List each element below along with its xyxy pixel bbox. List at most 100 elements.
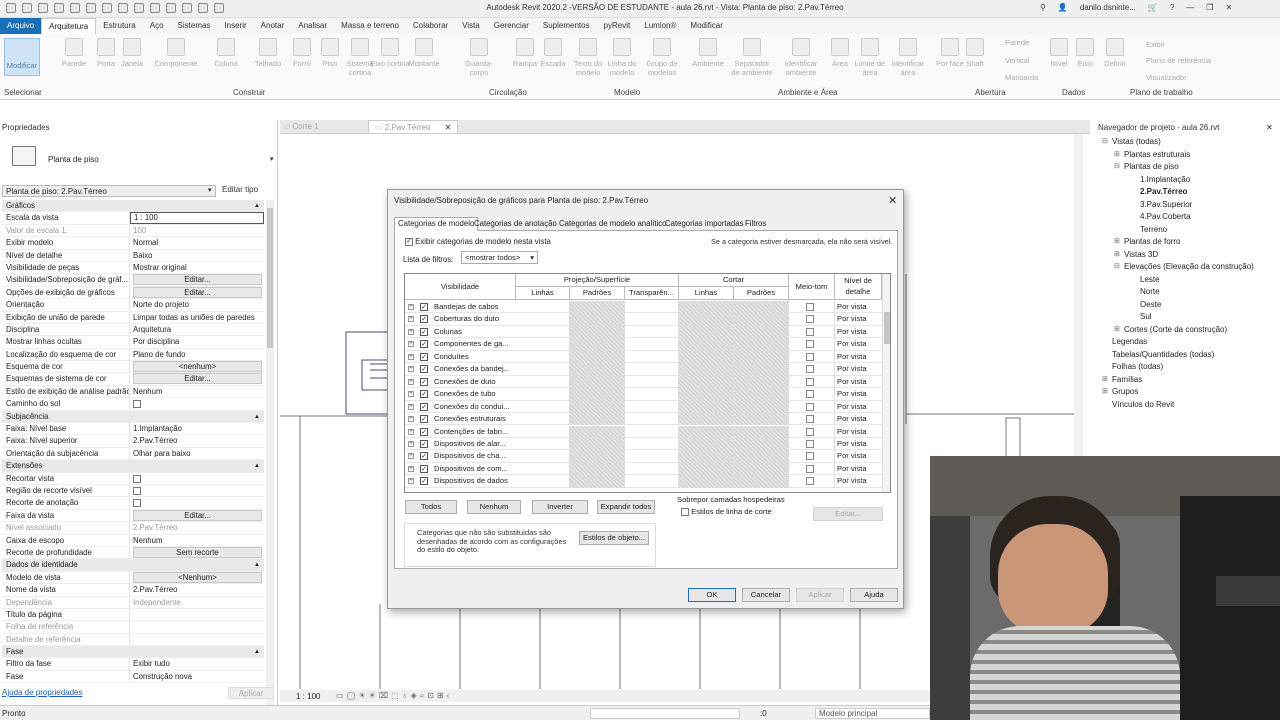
cut-line-styles-checkbox[interactable] (681, 508, 689, 516)
expand-toggle-icon[interactable]: ⊟ (1114, 262, 1120, 270)
override-cell[interactable] (625, 338, 679, 351)
visibility-checkbox[interactable]: ✓ (420, 452, 428, 461)
sync-icon[interactable] (38, 3, 48, 13)
override-cell[interactable] (625, 400, 679, 413)
detail-level-value[interactable]: Por vista (837, 464, 867, 473)
halftone-checkbox[interactable] (806, 427, 814, 436)
ribbon-panel-3[interactable]: Modelo (614, 88, 640, 97)
detail-level-value[interactable]: Por vista (837, 476, 867, 485)
visibility-checkbox[interactable]: ✓ (420, 327, 428, 336)
browser-item[interactable]: Legendas (1112, 337, 1147, 346)
property-value[interactable]: Limpar todas as uniões de paredes (130, 312, 264, 323)
halftone-checkbox[interactable] (806, 315, 814, 324)
property-value[interactable]: Mostrar original (130, 262, 264, 273)
type-dropdown-icon[interactable]: ▾ (270, 155, 274, 163)
visibility-checkbox[interactable]: ✓ (420, 402, 428, 411)
halftone-checkbox[interactable] (806, 377, 814, 386)
property-section[interactable]: Gráficos ▲ (2, 200, 264, 213)
override-cell[interactable] (516, 363, 570, 376)
host-edit-button[interactable]: Editar... (813, 507, 883, 521)
ribbon-small-tool-0[interactable]: Parede (1005, 38, 1029, 47)
menu-tab-13[interactable]: pyRevit (597, 18, 638, 34)
ribbon-panel-5[interactable]: Abertura (975, 88, 1006, 97)
show-categories-option[interactable]: ✓ Exibir categorias de modelo nesta vist… (405, 237, 551, 246)
detail-level-value[interactable]: Por vista (837, 414, 867, 423)
override-cell[interactable] (516, 375, 570, 389)
override-cell[interactable] (625, 313, 679, 326)
category-row[interactable]: + ✓ Dispositivos de alar... Por vista (405, 437, 883, 451)
search-icon[interactable]: ⚲ (1040, 3, 1046, 12)
close-browser-icon[interactable]: ✕ (1266, 123, 1273, 132)
override-cell[interactable] (516, 462, 570, 476)
collapse-icon[interactable]: ▲ (254, 200, 264, 211)
ribbon-tool-10[interactable]: Montante (402, 38, 446, 68)
category-row[interactable]: + ✓ Conexões estruturais Por vista (405, 413, 883, 426)
category-row[interactable]: + ✓ Colunas Por vista (405, 325, 883, 339)
select-none-button[interactable]: Nenhum (467, 500, 521, 514)
property-value[interactable]: 1.Implantação (130, 423, 264, 434)
close-tab-icon[interactable]: ✕ (445, 123, 452, 132)
cart-icon[interactable]: 🛒 (1148, 3, 1158, 12)
expand-icon[interactable]: + (408, 328, 414, 335)
expand-icon[interactable]: + (408, 465, 414, 472)
visibility-checkbox[interactable]: ✓ (420, 427, 428, 436)
property-checkbox[interactable] (133, 400, 141, 409)
3d-view-icon[interactable] (150, 3, 160, 13)
detail-level-value[interactable]: Por vista (837, 377, 867, 386)
override-cell[interactable] (679, 437, 734, 451)
override-cell[interactable] (516, 325, 570, 339)
override-cell[interactable] (625, 388, 679, 401)
category-row[interactable]: + ✓ Conexões do condui... Por vista (405, 400, 883, 413)
halftone-checkbox[interactable] (806, 402, 814, 411)
menu-tab-14[interactable]: Lumion® (637, 18, 683, 34)
override-cell[interactable] (570, 400, 625, 413)
browser-item[interactable]: Terreno (1140, 225, 1167, 234)
override-cell[interactable] (679, 475, 734, 488)
expand-icon[interactable]: + (408, 316, 414, 323)
ok-button[interactable]: OK (688, 588, 736, 602)
ribbon-panel-4[interactable]: Ambiente e Área (778, 88, 838, 97)
override-cell[interactable] (516, 350, 570, 364)
visibility-checkbox[interactable]: ✓ (420, 365, 428, 374)
edit-type-button[interactable]: Editar tipo (222, 185, 258, 194)
override-cell[interactable] (734, 388, 789, 401)
override-cell[interactable] (625, 375, 679, 389)
override-cell[interactable] (679, 450, 734, 463)
override-cell[interactable] (625, 462, 679, 476)
expand-icon[interactable]: + (408, 453, 414, 460)
browser-item[interactable]: Plantas de forro (1124, 237, 1180, 246)
halftone-checkbox[interactable] (806, 303, 814, 311)
menu-tab-9[interactable]: Colaborar (406, 18, 455, 34)
expand-icon[interactable]: + (408, 416, 414, 423)
halftone-checkbox[interactable] (806, 415, 814, 424)
property-value[interactable]: 2.Pav.Térreo (130, 522, 264, 533)
override-cell[interactable] (570, 363, 625, 376)
detail-level-value[interactable]: Por vista (837, 427, 867, 436)
category-row[interactable]: + ✓ Conexões de duto Por vista (405, 375, 883, 389)
override-cell[interactable] (734, 313, 789, 326)
visibility-checkbox[interactable]: ✓ (420, 477, 428, 486)
visibility-checkbox[interactable]: ✓ (420, 415, 428, 424)
visibility-checkbox[interactable]: ✓ (420, 464, 428, 473)
override-cell[interactable] (570, 325, 625, 339)
menu-tab-10[interactable]: Vista (455, 18, 487, 34)
tag-icon[interactable] (134, 3, 144, 13)
property-value[interactable] (130, 634, 264, 645)
collapse-icon[interactable]: ▲ (254, 460, 264, 471)
collapse-icon[interactable]: ▲ (254, 411, 264, 422)
properties-apply-button[interactable]: Aplicar (228, 687, 274, 699)
ribbon-tool-27[interactable]: Definir (1093, 38, 1137, 68)
override-cell[interactable] (679, 338, 734, 351)
ribbon-small-tool-1[interactable]: Vertical (1005, 56, 1030, 65)
menu-tab-5[interactable]: Inserir (217, 18, 253, 34)
property-section[interactable]: Fase ▲ (2, 646, 264, 659)
menu-tab-15[interactable]: Modificar (683, 18, 729, 34)
property-value[interactable]: 100 (130, 225, 264, 236)
tab-model-categories[interactable]: Categorias de modelo (394, 217, 479, 231)
workset-selector[interactable] (590, 708, 740, 719)
category-row[interactable]: + ✓ Dispositivos de cha... Por vista (405, 450, 883, 463)
property-value[interactable]: Norte do projeto (130, 299, 264, 310)
expand-toggle-icon[interactable]: ⊟ (1102, 137, 1108, 145)
property-value[interactable]: Editar... (130, 286, 264, 298)
property-button[interactable]: <nenhum> (133, 361, 262, 373)
